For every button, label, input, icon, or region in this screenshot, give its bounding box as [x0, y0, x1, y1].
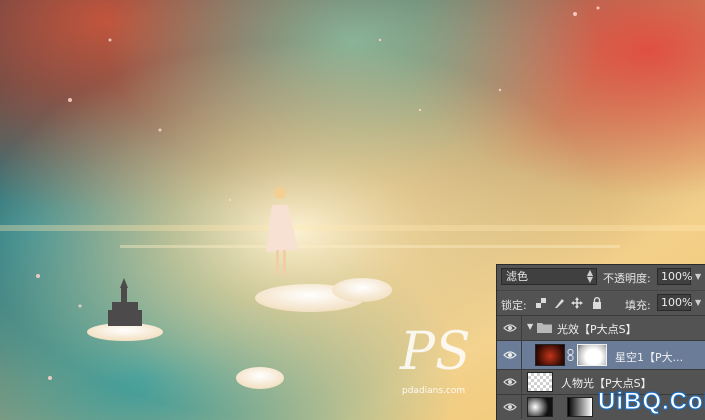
blend-opacity-row: 滤色 ▲ ▼ 不透明度: 100% ▼ — [497, 265, 705, 289]
visibility-cell[interactable] — [497, 316, 522, 340]
lock-all-icon[interactable] — [591, 297, 603, 309]
visibility-cell[interactable] — [497, 395, 522, 419]
fill-field[interactable]: 100% — [657, 294, 693, 311]
eye-icon[interactable] — [503, 323, 517, 333]
opacity-field[interactable]: 100% — [657, 268, 693, 285]
opacity-label: 不透明度: — [603, 272, 651, 285]
folder-icon — [537, 323, 552, 333]
blend-mode-value: 滤色 — [506, 270, 528, 283]
fill-label: 填充: — [625, 299, 651, 312]
expand-triangle-icon[interactable]: ▼ — [527, 322, 533, 331]
lock-position-icon[interactable] — [571, 297, 583, 309]
select-arrows-icon: ▲ ▼ — [586, 268, 593, 284]
lock-transparent-pixels-icon[interactable] — [535, 297, 547, 309]
lock-fill-row: 锁定: 填充: 100% ▼ — [497, 290, 705, 315]
selected-layer-name: 星空1【P大... — [615, 351, 684, 364]
uibq-watermark: UiBQ.CoM — [598, 388, 705, 416]
eye-icon[interactable] — [503, 402, 517, 412]
layer-thumbnail — [527, 397, 553, 417]
chain-link-icon[interactable] — [567, 349, 574, 361]
lock-image-pixels-icon[interactable] — [553, 297, 565, 309]
ps-watermark: PS pdadians.com — [400, 322, 490, 400]
ps-site-text: pdadians.com — [402, 386, 466, 396]
opacity-value: 100% — [661, 270, 693, 283]
visibility-cell[interactable] — [497, 370, 522, 394]
blend-mode-select[interactable]: 滤色 ▲ ▼ — [501, 268, 597, 285]
eye-icon[interactable] — [503, 377, 517, 387]
transparent-layer-thumbnail — [527, 372, 553, 392]
opacity-dropdown-icon[interactable]: ▼ — [695, 272, 701, 281]
group-layer-name: 光效【P大点S】 — [557, 323, 637, 336]
lock-label: 锁定: — [501, 299, 527, 312]
fill-dropdown-icon[interactable]: ▼ — [695, 298, 701, 307]
layer-mask-thumbnail[interactable] — [567, 397, 593, 417]
visibility-cell[interactable] — [497, 341, 522, 369]
fill-value: 100% — [661, 296, 693, 309]
layer-thumbnail — [535, 344, 565, 366]
ps-logo-text: PS — [400, 322, 471, 382]
layer-row-selected[interactable]: 星空1【P大... — [497, 340, 705, 369]
layer-group-row[interactable]: ▼ 光效【P大点S】 — [497, 315, 705, 340]
layer-mask-thumbnail[interactable] — [577, 344, 607, 366]
eye-icon[interactable] — [503, 350, 517, 360]
